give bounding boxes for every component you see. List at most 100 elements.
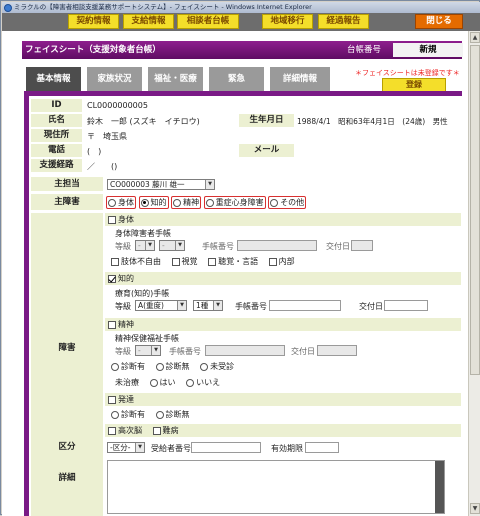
route-value: ／ ()	[87, 162, 118, 171]
mental-grade-label: 等級	[115, 347, 131, 356]
internal-checkbox[interactable]	[268, 257, 277, 266]
scroll-down-icon[interactable]: ▼	[470, 503, 480, 514]
mental-row: 精神	[105, 318, 461, 331]
recipient-number-label: 受給者番号	[151, 444, 191, 453]
mental-untreated-row: 未治療 はい いいえ	[115, 378, 221, 387]
mental-issued-label: 交付日	[291, 347, 315, 356]
chevron-down-icon: ▼	[145, 241, 154, 250]
tab-emergency[interactable]: 緊急	[209, 67, 264, 91]
physical-grade-label: 等級	[115, 242, 131, 251]
intellectual-number-label: 手帳番号	[235, 302, 267, 311]
page-content: フェイスシート（支援対象者台帳） 台帳番号 新規 基本情報 家族状況 福祉・医療…	[2, 31, 468, 516]
scroll-up-icon[interactable]: ▲	[470, 32, 480, 43]
mental-grade-select[interactable]: - ▼	[135, 345, 161, 356]
higher-brain-checkbox[interactable]	[108, 426, 116, 435]
radio-icon[interactable]	[155, 362, 164, 371]
intellectual-number-input[interactable]	[269, 300, 341, 311]
staff-label: 主担当	[31, 177, 103, 191]
valid-period-input[interactable]	[305, 442, 339, 453]
intractable-checkbox[interactable]	[152, 426, 161, 435]
nav-contract-button[interactable]: 契約情報	[68, 14, 119, 29]
visual-checkbox[interactable]	[171, 257, 180, 266]
nav-payment-button[interactable]: 支給情報	[123, 14, 174, 29]
ledger-number-label: 台帳番号	[347, 45, 382, 55]
intellectual-handbook-label: 療育(知的)手帳	[115, 289, 170, 298]
mental-number-label: 手帳番号	[169, 347, 201, 356]
physical-grade-select[interactable]: - ▼	[135, 240, 155, 251]
unregistered-notice: ＊フェイスシートは未登録です＊	[355, 69, 460, 77]
radio-icon[interactable]	[200, 362, 209, 371]
radio-icon[interactable]	[186, 378, 195, 387]
chevron-down-icon: ▼	[135, 443, 144, 452]
detail-label: 詳細	[31, 458, 103, 516]
intellectual-row: 知的	[105, 272, 461, 285]
physical-number-input[interactable]	[237, 240, 317, 251]
window-title: ミラクルの【障害者相談支援業務サポートシステム】- フェイスシート - Wind…	[14, 3, 312, 11]
mental-handbook-label: 精神保健福祉手帳	[115, 334, 179, 343]
radio-icon	[108, 198, 116, 207]
mental-number-input[interactable]	[205, 345, 285, 356]
scroll-thumb[interactable]	[470, 45, 480, 375]
main-disability-physical[interactable]: 身体	[106, 196, 136, 209]
chevron-down-icon: ▼	[205, 180, 214, 189]
nav-transition-button[interactable]: 地域移行	[262, 14, 313, 29]
valid-period-label: 有効期限	[271, 444, 303, 453]
hearing-checkbox[interactable]	[208, 257, 217, 266]
top-navigation: 契約情報 支給情報 相談者台帳 地域移行 経過報告 閉じる	[2, 13, 480, 31]
browser-window: ミラクルの【障害者相談支援業務サポートシステム】- フェイスシート - Wind…	[0, 0, 480, 516]
main-disability-other[interactable]: その他	[268, 196, 307, 209]
intellectual-issued-input[interactable]	[384, 300, 428, 311]
developmental-diagnosis-options: 診断有 診断無	[111, 409, 190, 420]
radio-icon	[205, 198, 214, 207]
form-inner: ID CL0000000005 氏名 鈴木 一郎 (スズキ イチロウ) 生年月日…	[29, 96, 462, 516]
tab-family[interactable]: 家族状況	[87, 67, 142, 91]
intellectual-type-select[interactable]: 1種 ▼	[193, 300, 223, 311]
name-label: 氏名	[31, 114, 82, 127]
physical-number-label: 手帳番号	[202, 242, 234, 251]
nav-report-button[interactable]: 経過報告	[318, 14, 369, 29]
limb-checkbox[interactable]	[111, 257, 119, 266]
category-select[interactable]: -区分- ▼	[107, 442, 145, 453]
close-button[interactable]: 閉じる	[415, 14, 463, 29]
register-button[interactable]: 登録	[382, 78, 446, 92]
name-value: 鈴木 一郎 (スズキ イチロウ)	[87, 117, 200, 126]
physical-checkbox[interactable]	[108, 215, 116, 224]
radio-icon	[173, 198, 182, 207]
radio-icon[interactable]	[155, 410, 164, 419]
nav-ledger-button[interactable]: 相談者台帳	[177, 14, 239, 29]
intellectual-grade-select[interactable]: A(重度) ▼	[135, 300, 187, 311]
basic-info-form: ID CL0000000005 氏名 鈴木 一郎 (スズキ イチロウ) 生年月日…	[24, 91, 462, 516]
main-disability-mental[interactable]: 精神	[171, 196, 202, 209]
chevron-down-icon: ▼	[151, 346, 160, 355]
radio-icon[interactable]	[149, 378, 158, 387]
radio-icon[interactable]	[111, 410, 119, 419]
chevron-down-icon: ▼	[177, 301, 186, 310]
tab-detail[interactable]: 詳細情報	[270, 67, 330, 91]
main-disability-label: 主障害	[31, 194, 103, 210]
intellectual-checkbox-checked[interactable]	[108, 274, 116, 283]
sheet-header: フェイスシート（支援対象者台帳） 台帳番号 新規	[22, 41, 463, 59]
mental-issued-input[interactable]	[317, 345, 357, 356]
radio-icon[interactable]	[111, 362, 119, 371]
tab-basic-info[interactable]: 基本情報	[26, 67, 81, 91]
mental-checkbox[interactable]	[108, 320, 116, 329]
page-scrollbar[interactable]: ▲ ▼	[468, 31, 480, 516]
main-disability-intellectual[interactable]: 知的	[138, 196, 169, 209]
route-label: 支援経路	[31, 159, 82, 172]
physical-items: 肢体不自由 視覚 聴覚・言語 内部	[111, 256, 295, 267]
id-label: ID	[31, 99, 82, 112]
staff-select[interactable]: CO000003 藤川 雄一 ▼	[107, 179, 215, 190]
developmental-checkbox[interactable]	[108, 395, 116, 404]
main-disability-severe[interactable]: 重症心身障害	[203, 196, 266, 209]
tab-welfare-medical[interactable]: 福祉・医療	[148, 67, 203, 91]
ledger-number-value: 新規	[393, 43, 463, 57]
chevron-down-icon: ▼	[213, 301, 222, 310]
phone-label: 電話	[31, 144, 82, 157]
recipient-number-input[interactable]	[191, 442, 261, 453]
physical-issued-input[interactable]	[351, 240, 373, 251]
detail-scrollbar[interactable]	[435, 461, 444, 513]
developmental-row: 発達	[105, 393, 461, 406]
physical-type-select[interactable]: - ▼	[159, 240, 185, 251]
chevron-down-icon: ▼	[175, 241, 184, 250]
detail-textarea[interactable]	[107, 460, 445, 514]
